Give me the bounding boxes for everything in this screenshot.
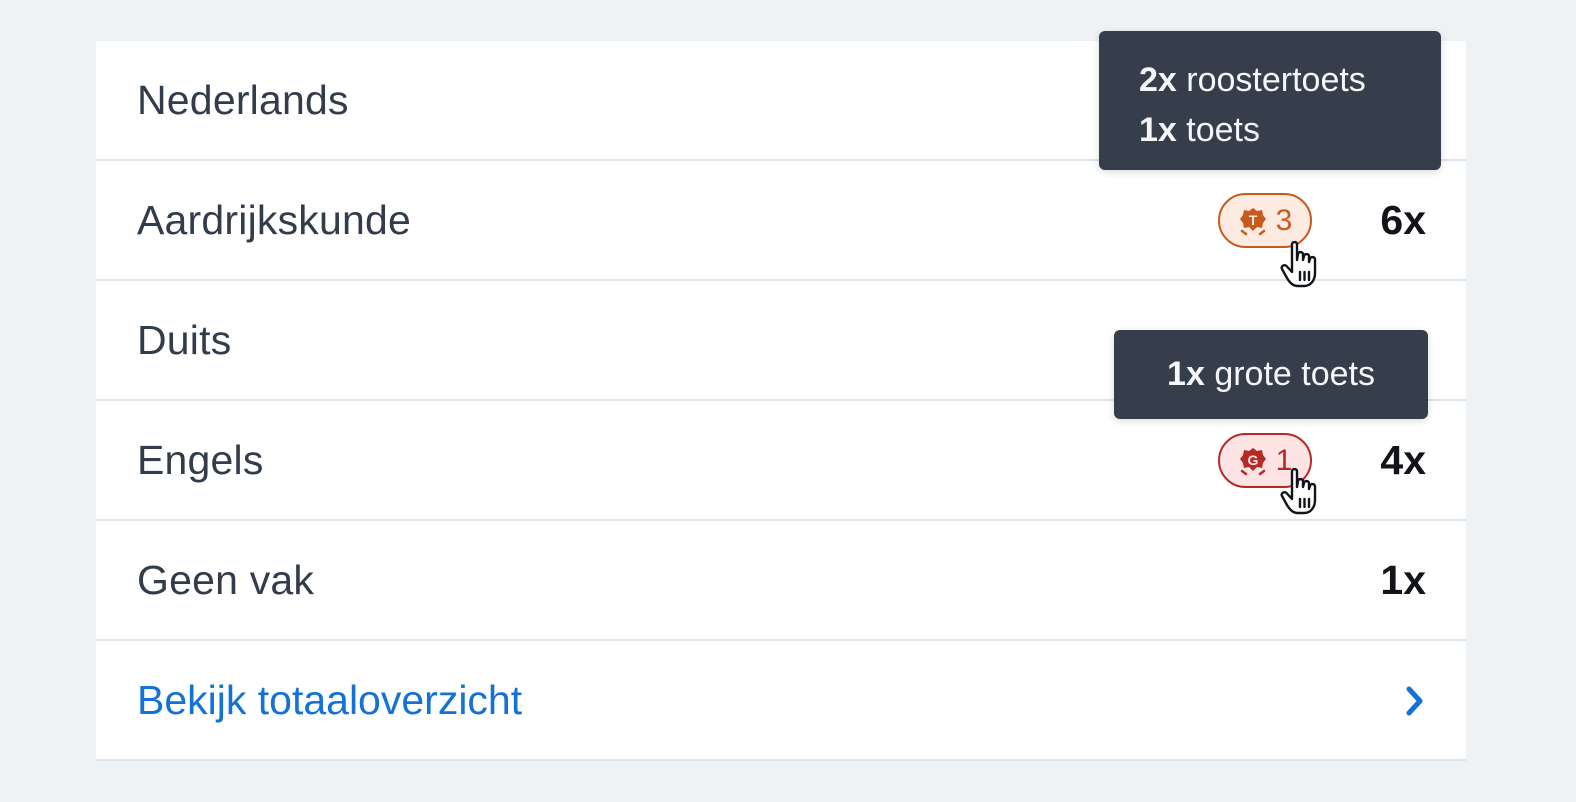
svg-text:T: T (1248, 212, 1257, 228)
subject-count: 4x (1380, 436, 1426, 483)
tooltip-label: roostertoets (1186, 61, 1366, 99)
list-item-geen-vak[interactable]: Geen vak 1x (96, 521, 1466, 641)
tooltip-grote-toets: 1x grote toets (1114, 330, 1428, 419)
list-item-aardrijkskunde[interactable]: Aardrijkskunde T 3 6x (96, 161, 1466, 281)
subject-label: Duits (137, 316, 232, 363)
svg-text:G: G (1247, 452, 1258, 468)
subject-label: Aardrijkskunde (137, 196, 411, 243)
chevron-right-icon[interactable] (1404, 685, 1426, 722)
hand-pointer-icon (1280, 467, 1322, 522)
tooltip-count: 1x (1167, 355, 1205, 393)
subject-label: Engels (137, 436, 264, 483)
subject-count: 1x (1380, 556, 1426, 603)
list-item-engels[interactable]: Engels G 1 4x (96, 401, 1466, 521)
badge-count: 3 (1275, 203, 1293, 237)
tooltip-count: 2x (1139, 61, 1177, 99)
tooltip-label: toets (1186, 111, 1260, 149)
subject-label: Geen vak (137, 556, 315, 603)
tooltip-roostertoets: 2x roostertoets 1x toets (1099, 31, 1441, 170)
tooltip-count: 1x (1139, 111, 1177, 149)
subject-label: Nederlands (137, 76, 349, 123)
tooltip-line: 1x grote toets (1167, 355, 1375, 394)
tooltip-line: 2x roostertoets (1139, 55, 1441, 105)
hand-pointer-icon (1280, 240, 1322, 295)
subject-count: 6x (1380, 196, 1426, 243)
tooltip-line: 1x toets (1139, 105, 1441, 155)
overview-link-row[interactable]: Bekijk totaaloverzicht (96, 641, 1466, 759)
roostertoets-shield-icon: T (1238, 206, 1268, 236)
overview-link[interactable]: Bekijk totaaloverzicht (137, 677, 522, 724)
tooltip-label: grote toets (1214, 355, 1375, 393)
grote-toets-shield-icon: G (1238, 446, 1268, 476)
